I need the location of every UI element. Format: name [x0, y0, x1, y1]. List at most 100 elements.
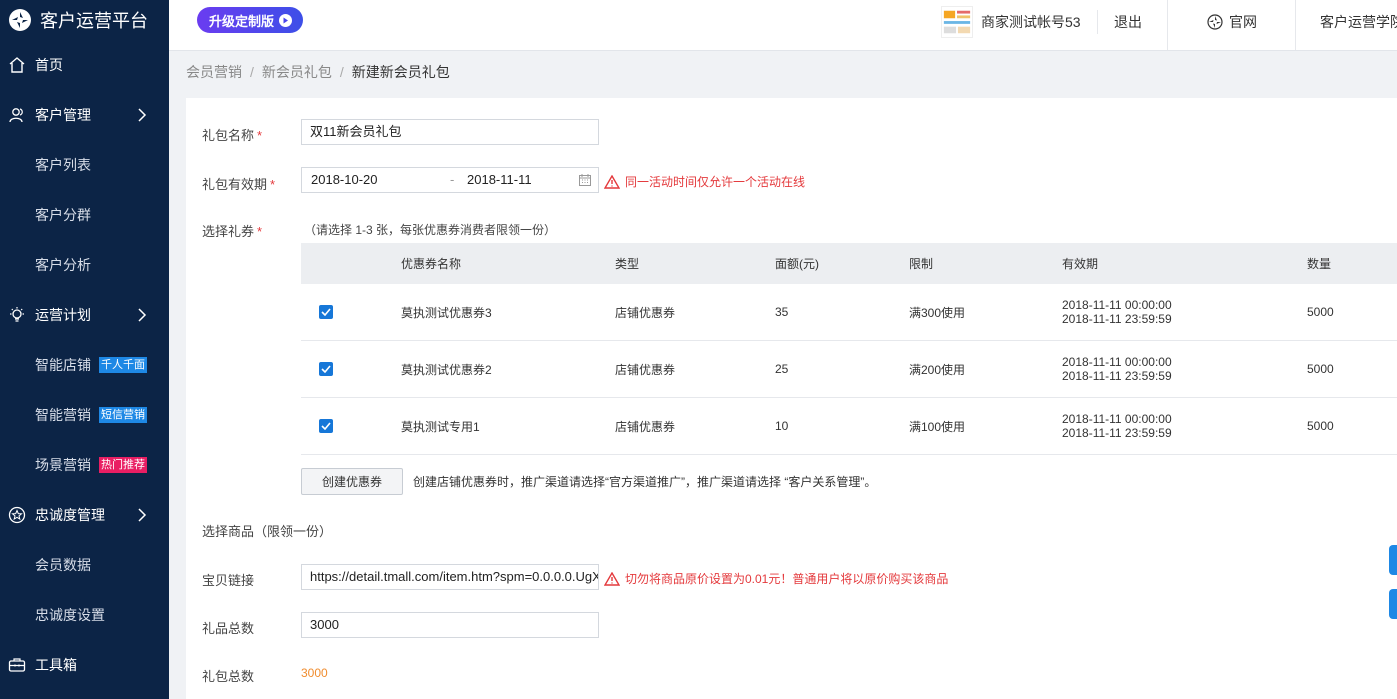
cell-quantity: 5000: [1306, 284, 1397, 341]
nav-smart-marketing[interactable]: 智能营销 短信营销: [0, 390, 169, 440]
nav-customer-analysis-label: 客户分析: [35, 257, 91, 273]
nav-scene-marketing[interactable]: 场景营销 热门推荐: [0, 440, 169, 490]
calendar-icon[interactable]: [579, 174, 591, 186]
warning-icon: [604, 174, 620, 189]
coupon-hint: （请选择 1-3 张，每张优惠券消费者限领一份）: [304, 223, 557, 237]
play-icon: [279, 13, 293, 27]
breadcrumb-separator: /: [250, 64, 254, 80]
table-row[interactable]: 莫执测试专用1 店铺优惠券 10 满100使用 2018-11-11 00:00…: [301, 397, 1397, 455]
breadcrumb-separator: /: [339, 64, 344, 80]
cell-valid-to: 2018-11-11 23:59:59: [1062, 426, 1172, 440]
nav-scene-marketing-label: 场景营销: [35, 457, 91, 473]
required-mark: *: [257, 224, 263, 239]
pkg-total-value: 3000: [301, 666, 328, 680]
row-checkbox[interactable]: [319, 362, 333, 376]
cell-valid-from: 2018-11-11 00:00:00: [1062, 355, 1172, 369]
item-link-label: 宝贝链接: [202, 573, 255, 588]
nav-smart-marketing-label: 智能营销: [35, 407, 91, 423]
cell-limit: 满100使用: [908, 397, 1061, 455]
nav-customer-management[interactable]: 客户管理: [0, 90, 169, 140]
cell-type: 店铺优惠券: [614, 340, 774, 398]
nav-loyalty-management-label: 忠诚度管理: [35, 507, 105, 523]
header-divider: [1295, 0, 1296, 50]
smart-marketing-badge: 短信营销: [99, 407, 147, 423]
home-icon: [8, 56, 26, 74]
account-info[interactable]: 商家测试帐号53: [941, 0, 1081, 44]
nav-ops-plan[interactable]: 运营计划: [0, 290, 169, 340]
brand-title: 客户运营平台: [40, 11, 148, 31]
cell-quantity: 5000: [1306, 397, 1397, 455]
date-separator: -: [450, 172, 455, 187]
nav-member-data-label: 会员数据: [35, 557, 91, 573]
logout-label: 退出: [1114, 14, 1142, 30]
nav-customer-management-label: 客户管理: [35, 107, 91, 123]
chevron-right-icon: [138, 308, 147, 322]
cell-validity: 2018-11-11 00:00:00 2018-11-11 23:59:59: [1061, 397, 1306, 455]
official-site-link[interactable]: 官网: [1207, 0, 1257, 44]
chevron-right-icon: [138, 508, 147, 522]
validity-warning: 同一活动时间仅允许一个活动在线: [604, 173, 805, 190]
item-link-input[interactable]: https://detail.tmall.com/item.htm?spm=0.…: [301, 564, 599, 590]
scene-marketing-badge: 热门推荐: [99, 457, 147, 473]
brand[interactable]: 客户运营平台: [0, 0, 169, 40]
warning-icon: [604, 571, 620, 586]
cell-validity: 2018-11-11 00:00:00 2018-11-11 23:59:59: [1061, 284, 1306, 341]
users-icon: [8, 106, 26, 124]
pkg-name-label: 礼包名称 *: [202, 125, 262, 144]
upgrade-button[interactable]: 升级定制版: [197, 7, 303, 33]
form-panel: 礼包名称 * 双11新会员礼包 礼包有效期 * 2018-10-20 - 2018-…: [186, 98, 1397, 699]
breadcrumb-new-member-gift[interactable]: 新会员礼包: [262, 64, 332, 80]
cell-amount: 35: [774, 284, 908, 341]
breadcrumb-member-marketing[interactable]: 会员营销: [186, 64, 242, 80]
cell-limit: 满300使用: [908, 284, 1061, 341]
date-range-picker[interactable]: 2018-10-20 - 2018-11-11: [301, 167, 599, 193]
row-checkbox[interactable]: [319, 305, 333, 319]
cell-type: 店铺优惠券: [614, 284, 774, 341]
smart-store-badge: 千人千面: [99, 357, 147, 373]
side-float-tab[interactable]: [1389, 545, 1397, 575]
academy-link[interactable]: 客户运营学院: [1320, 0, 1397, 44]
date-end[interactable]: 2018-11-11: [467, 168, 532, 192]
pkg-name-input[interactable]: 双11新会员礼包: [301, 119, 599, 145]
upgrade-button-label: 升级定制版: [209, 13, 275, 29]
official-site-icon: [1207, 14, 1223, 30]
nav-customer-list[interactable]: 客户列表: [0, 140, 169, 190]
nav-loyalty-management[interactable]: 忠诚度管理: [0, 490, 169, 540]
nav-customer-analysis[interactable]: 客户分析: [0, 240, 169, 290]
nav-loyalty-settings[interactable]: 忠诚度设置: [0, 590, 169, 640]
nav-customer-group[interactable]: 客户分群: [0, 190, 169, 240]
breadcrumb: 会员营销 / 新会员礼包 / 新建新会员礼包: [186, 62, 450, 82]
nav-customer-list-label: 客户列表: [35, 157, 91, 173]
cell-quantity: 5000: [1306, 340, 1397, 398]
cell-name: 莫执测试专用1: [400, 397, 614, 455]
cell-validity: 2018-11-11 00:00:00 2018-11-11 23:59:59: [1061, 340, 1306, 398]
chevron-right-icon: [138, 108, 147, 122]
gift-total-input[interactable]: 3000: [301, 612, 599, 638]
table-row[interactable]: 莫执测试优惠券3 店铺优惠券 35 满300使用 2018-11-11 00:0…: [301, 284, 1397, 341]
logout-link[interactable]: 退出: [1114, 0, 1142, 44]
header-limit: 限制: [908, 243, 1061, 284]
cell-valid-from: 2018-11-11 00:00:00: [1062, 412, 1172, 426]
date-start[interactable]: 2018-10-20: [311, 168, 378, 192]
nav-home[interactable]: 首页: [0, 40, 169, 90]
item-link-warning-text: 切勿将商品原价设置为0.01元！普通用户将以原价购买该商品: [625, 572, 949, 586]
side-float-tab[interactable]: [1389, 589, 1397, 619]
cell-valid-to: 2018-11-11 23:59:59: [1062, 312, 1172, 326]
brand-logo-icon: [9, 9, 31, 31]
cell-amount: 25: [774, 340, 908, 398]
row-checkbox[interactable]: [319, 419, 333, 433]
sidebar: 客户运营平台 首页 客户管理 客户列表 客户分群 客户分析 运营计划 智能店铺 …: [0, 0, 169, 699]
toolbox-icon: [8, 656, 26, 674]
nav-smart-store[interactable]: 智能店铺 千人千面: [0, 340, 169, 390]
cell-limit: 满200使用: [908, 340, 1061, 398]
nav-member-data[interactable]: 会员数据: [0, 540, 169, 590]
item-link-warning: 切勿将商品原价设置为0.01元！普通用户将以原价购买该商品: [604, 570, 948, 587]
table-row[interactable]: 莫执测试优惠券2 店铺优惠券 25 满200使用 2018-11-11 00:0…: [301, 340, 1397, 398]
create-coupon-button[interactable]: 创建优惠券: [301, 468, 403, 495]
official-site-label: 官网: [1229, 14, 1257, 30]
validity-warning-text: 同一活动时间仅允许一个活动在线: [625, 175, 806, 189]
nav-toolbox[interactable]: 工具箱: [0, 640, 169, 690]
header-amount: 面额(元): [774, 243, 908, 284]
cell-type: 店铺优惠券: [614, 397, 774, 455]
validity-label: 礼包有效期 *: [202, 174, 275, 193]
